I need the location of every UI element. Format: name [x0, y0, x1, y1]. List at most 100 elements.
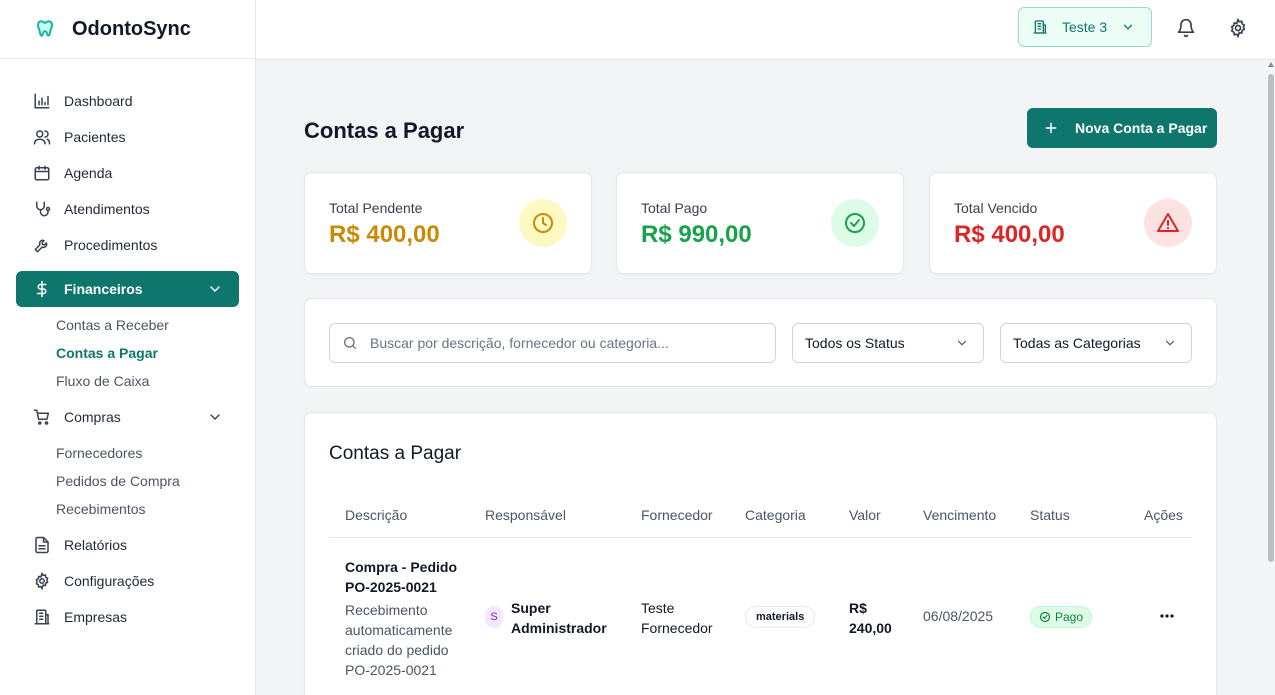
column-header[interactable]: Vencimento [923, 507, 996, 523]
sidebar-item-label: Atendimentos [64, 201, 150, 217]
sidebar-item-label: Configurações [64, 573, 155, 589]
dollar-icon [32, 279, 52, 299]
column-header[interactable]: Status [1030, 507, 1070, 523]
new-payable-button[interactable]: Nova Conta a Pagar [1027, 108, 1217, 148]
header-divider [329, 537, 1192, 538]
sidebar-item-label: Relatórios [64, 537, 128, 553]
filters-card: Todos os Status Todas as Categorias [304, 298, 1217, 387]
stat-card-overdue: Total Vencido R$ 400,00 [929, 172, 1217, 274]
check-circle-icon [831, 199, 879, 247]
status-badge: Pago [1030, 606, 1093, 628]
vertical-scrollbar[interactable] [1267, 60, 1275, 695]
column-header[interactable]: Categoria [745, 507, 806, 523]
bar-chart-icon [32, 91, 52, 111]
sidebar-item-label: Agenda [64, 165, 113, 181]
row-amount: R$ 240,00 [849, 600, 892, 636]
stat-card-paid: Total Pago R$ 990,00 [616, 172, 904, 274]
column-header[interactable]: Responsável [485, 507, 566, 523]
file-text-icon [32, 535, 52, 555]
stat-label: Total Pago [641, 200, 708, 216]
sidebar-item-label: Pacientes [64, 129, 126, 145]
company-selector[interactable]: Teste 3 [1018, 7, 1152, 47]
sidebar-item-label: Financeiros [64, 281, 143, 297]
sidebar-item-empresas[interactable]: Empresas [16, 599, 239, 635]
sidebar-item-dashboard[interactable]: Dashboard [16, 83, 239, 119]
status-label: Pago [1055, 610, 1084, 624]
building-icon [1032, 19, 1048, 35]
sidebar-sub-recebimentos[interactable]: Recebimentos [56, 495, 255, 523]
column-header[interactable]: Valor [849, 507, 881, 523]
chevron-down-icon [207, 281, 223, 297]
avatar: S [485, 606, 503, 628]
main-content: Contas a Pagar Nova Conta a Pagar Total … [256, 60, 1267, 695]
scroll-up-arrow-icon[interactable] [1268, 62, 1274, 67]
wrench-icon [32, 235, 52, 255]
sidebar-sub-fluxo-caixa[interactable]: Fluxo de Caixa [56, 367, 255, 395]
calendar-icon [32, 163, 52, 183]
app-name: OdontoSync [72, 17, 191, 40]
chevron-down-icon [1163, 336, 1177, 350]
sidebar-item-agenda[interactable]: Agenda [16, 155, 239, 191]
sidebar-item-procedimentos[interactable]: Procedimentos [16, 227, 239, 263]
sidebar-item-compras[interactable]: Compras [16, 399, 239, 435]
building-icon [32, 607, 52, 627]
brand[interactable]: OdontoSync [0, 0, 255, 59]
page-title: Contas a Pagar [304, 118, 465, 143]
sidebar-sub-pedidos-compra[interactable]: Pedidos de Compra [56, 467, 255, 495]
category-filter-select[interactable]: Todas as Categorias [1000, 323, 1192, 363]
company-name: Teste 3 [1062, 19, 1108, 35]
gear-icon[interactable] [1227, 17, 1249, 39]
sidebar: OdontoSync Dashboard Pacientes Agenda At… [0, 0, 256, 695]
new-payable-label: Nova Conta a Pagar [1075, 120, 1208, 136]
payables-table-card: Contas a Pagar Descrição Responsável For… [304, 412, 1217, 695]
sidebar-item-label: Empresas [64, 609, 128, 625]
column-header[interactable]: Descrição [345, 507, 407, 523]
top-header: Teste 3 [256, 0, 1275, 60]
search-box[interactable] [329, 323, 776, 363]
main-nav: Dashboard Pacientes Agenda Atendimentos … [0, 59, 255, 635]
sidebar-item-label: Procedimentos [64, 237, 158, 253]
category-badge: materials [745, 606, 816, 628]
status-filter-select[interactable]: Todos os Status [792, 323, 984, 363]
sidebar-item-label: Dashboard [64, 93, 133, 109]
row-due-date: 06/08/2025 [923, 608, 994, 624]
alert-triangle-icon [1144, 199, 1192, 247]
chevron-down-icon [1121, 20, 1135, 34]
sidebar-item-pacientes[interactable]: Pacientes [16, 119, 239, 155]
row-supplier: Teste Fornecedor [641, 600, 713, 636]
gear-icon [32, 571, 52, 591]
cart-icon [32, 407, 52, 427]
chevron-down-icon [207, 409, 223, 425]
sidebar-item-relatorios[interactable]: Relatórios [16, 527, 239, 563]
stat-label: Total Pendente [329, 200, 423, 216]
sidebar-sub-fornecedores[interactable]: Fornecedores [56, 439, 255, 467]
column-header: Ações [1144, 507, 1183, 523]
bell-icon[interactable] [1175, 17, 1197, 39]
search-icon [342, 335, 358, 351]
sidebar-item-configuracoes[interactable]: Configurações [16, 563, 239, 599]
column-header[interactable]: Fornecedor [641, 507, 713, 523]
users-icon [32, 127, 52, 147]
sidebar-item-atendimentos[interactable]: Atendimentos [16, 191, 239, 227]
more-actions-icon[interactable] [1155, 606, 1179, 626]
sidebar-sub-contas-pagar[interactable]: Contas a Pagar [56, 339, 255, 367]
financeiros-submenu: Contas a Receber Contas a Pagar Fluxo de… [0, 307, 255, 399]
stat-card-pending: Total Pendente R$ 400,00 [304, 172, 592, 274]
sidebar-item-financeiros[interactable]: Financeiros [16, 271, 239, 307]
search-input[interactable] [370, 335, 750, 351]
clock-icon [519, 199, 567, 247]
scrollbar-thumb[interactable] [1268, 74, 1274, 562]
sidebar-item-label: Compras [64, 409, 121, 425]
table-title: Contas a Pagar [329, 443, 462, 464]
status-filter-value: Todos os Status [805, 335, 905, 351]
compras-submenu: Fornecedores Pedidos de Compra Recebimen… [0, 435, 255, 527]
stat-value: R$ 990,00 [641, 221, 752, 248]
check-circle-icon [1039, 611, 1051, 623]
category-filter-value: Todas as Categorias [1013, 335, 1141, 351]
sidebar-sub-contas-receber[interactable]: Contas a Receber [56, 311, 255, 339]
row-description: Compra - Pedido PO-2025-0021 [345, 559, 458, 595]
stat-value: R$ 400,00 [329, 221, 440, 248]
stethoscope-icon [32, 199, 52, 219]
stat-label: Total Vencido [954, 200, 1038, 216]
stat-value: R$ 400,00 [954, 221, 1065, 248]
